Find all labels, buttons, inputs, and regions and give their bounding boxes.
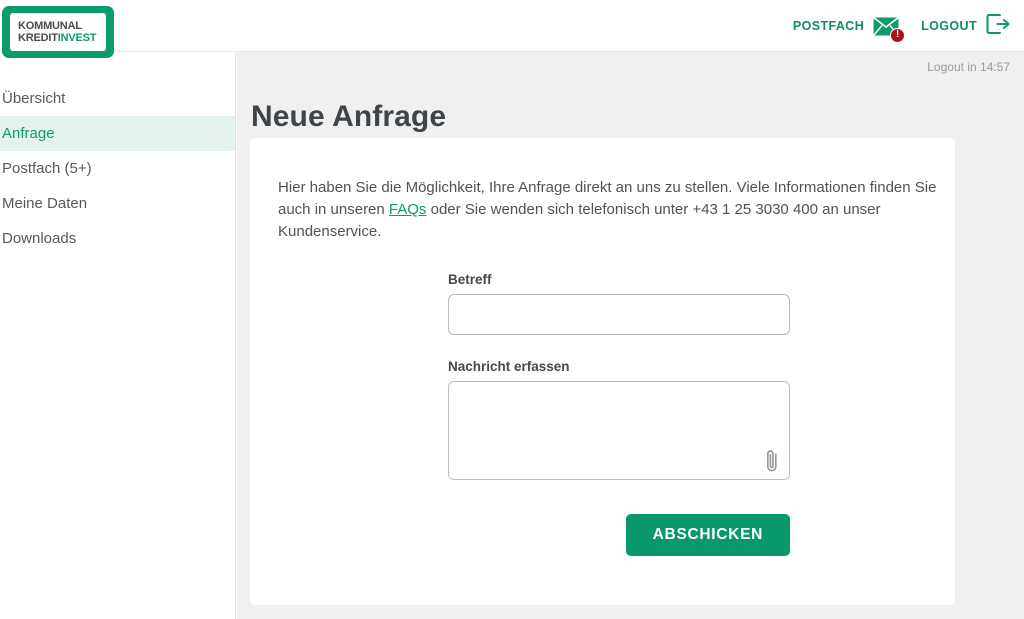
logout-arrow-icon bbox=[986, 13, 1010, 40]
header-actions: POSTFACH ! LOGOUT bbox=[793, 0, 1010, 52]
message-textarea[interactable] bbox=[448, 381, 790, 480]
anfrage-card-body: Hier haben Sie die Möglichkeit, Ihre Anf… bbox=[250, 138, 955, 556]
page-title: Neue Anfrage bbox=[251, 100, 447, 134]
sidebar-item-label: Downloads bbox=[2, 230, 77, 247]
sidebar-item-meine-daten[interactable]: Meine Daten bbox=[0, 186, 235, 221]
envelope-icon: ! bbox=[873, 16, 906, 43]
message-textarea-wrap bbox=[448, 381, 790, 480]
message-field-group: Nachricht erfassen bbox=[448, 359, 927, 480]
anfrage-card: Hier haben Sie die Möglichkeit, Ihre Anf… bbox=[250, 138, 955, 605]
brand-logo-line-2: KREDITINVEST bbox=[18, 32, 106, 44]
logout-label: LOGOUT bbox=[921, 19, 977, 33]
postfach-label: POSTFACH bbox=[792, 19, 865, 33]
brand-logo-invest: INVEST bbox=[57, 32, 97, 44]
submit-button[interactable]: ABSCHICKEN bbox=[625, 514, 790, 556]
message-label: Nachricht erfassen bbox=[448, 359, 570, 374]
subject-label: Betreff bbox=[448, 272, 492, 287]
logout-link[interactable]: LOGOUT bbox=[921, 13, 1010, 40]
logout-timer: Logout in 14:57 bbox=[927, 60, 1010, 74]
sidebar-item-label: Meine Daten bbox=[2, 195, 88, 212]
sidebar-item-downloads[interactable]: Downloads bbox=[0, 221, 235, 256]
postfach-link[interactable]: POSTFACH ! bbox=[792, 16, 906, 43]
intro-text: Hier haben Sie die Möglichkeit, Ihre Anf… bbox=[278, 177, 943, 243]
faqs-link[interactable]: FAQs bbox=[389, 201, 427, 218]
sidebar-item-anfrage[interactable]: Anfrage bbox=[0, 116, 235, 151]
sidebar-nav: Übersicht Anfrage Postfach (5+) Meine Da… bbox=[0, 52, 236, 619]
anfrage-form: Betreff Nachricht erfassen ABSCHICKEN bbox=[278, 272, 927, 556]
brand-logo-line-1: KOMMUNAL bbox=[18, 20, 82, 32]
top-header-bar: KOMMUNAL KREDITINVEST POSTFACH ! LOGOUT bbox=[0, 0, 1024, 58]
sidebar-item-label: Postfach (5+) bbox=[2, 160, 92, 177]
sidebar-item-label: Übersicht bbox=[2, 90, 66, 107]
paperclip-icon[interactable] bbox=[764, 448, 780, 474]
brand-logo[interactable]: KOMMUNAL KREDITINVEST bbox=[2, 6, 114, 58]
subject-field-group: Betreff bbox=[448, 272, 927, 335]
brand-logo-inner: KOMMUNAL KREDITINVEST bbox=[10, 13, 106, 51]
main-content: Logout in 14:57 Neue Anfrage Hier haben … bbox=[237, 52, 1024, 619]
brand-logo-kredit: KREDIT bbox=[18, 32, 58, 44]
sidebar-item-label: Anfrage bbox=[2, 125, 55, 142]
postfach-unread-badge: ! bbox=[890, 27, 906, 43]
subject-input[interactable] bbox=[448, 294, 790, 335]
submit-row: ABSCHICKEN bbox=[448, 514, 790, 556]
sidebar-item-uebersicht[interactable]: Übersicht bbox=[0, 81, 235, 116]
app-root: KOMMUNAL KREDITINVEST POSTFACH ! LOGOUT … bbox=[0, 0, 1024, 619]
sidebar-item-postfach[interactable]: Postfach (5+) bbox=[0, 151, 235, 186]
